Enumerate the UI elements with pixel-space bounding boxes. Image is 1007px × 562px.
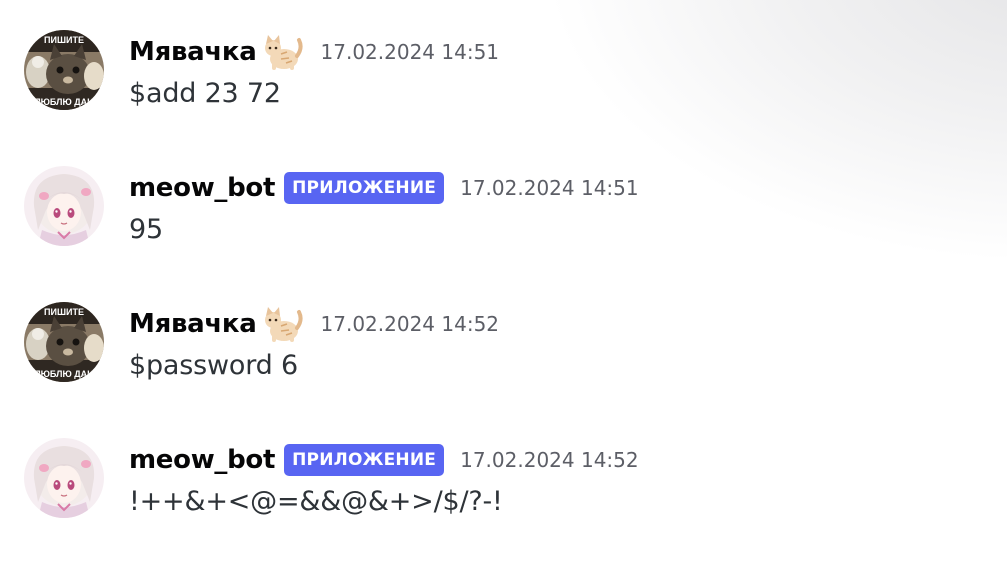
avatar-caption-bottom: ЛЮБЛЮ ДАН	[34, 369, 93, 379]
message-header: Мявачка 17.02.2024 14:51	[129, 32, 499, 72]
message-header: Мявачка 17.02.2024 14:52	[129, 304, 499, 344]
username[interactable]: Мявачка	[129, 37, 257, 67]
bot-avatar[interactable]	[24, 438, 104, 518]
avatar-caption-top: ПИШИТЕ	[44, 307, 84, 317]
bot-avatar[interactable]	[24, 166, 104, 246]
cat-emoji-icon	[261, 32, 305, 72]
message-text: $password 6	[129, 350, 298, 381]
timestamp: 17.02.2024 14:52	[320, 312, 500, 336]
avatar-caption-bottom: ЛЮБЛЮ ДАН	[34, 97, 93, 107]
app-badge: ПРИЛОЖЕНИЕ	[284, 444, 445, 476]
message-item: ПИШИТЕ ЛЮБЛЮ ДАН Мявачка 17.02.2024 14:5…	[0, 30, 1007, 130]
message-text: !++&+<@=&&@&+>/$/?-!	[129, 486, 503, 517]
timestamp: 17.02.2024 14:51	[460, 176, 639, 200]
avatar-caption-top: ПИШИТЕ	[44, 35, 84, 45]
cat-emoji-icon	[261, 304, 305, 344]
message-header: meow_bot ПРИЛОЖЕНИЕ 17.02.2024 14:51	[129, 168, 639, 208]
message-text: 95	[129, 214, 163, 245]
username[interactable]: meow_bot	[129, 173, 275, 203]
message-item: meow_bot ПРИЛОЖЕНИЕ 17.02.2024 14:52 !++…	[0, 438, 1007, 538]
message-text: $add 23 72	[129, 78, 281, 109]
app-badge: ПРИЛОЖЕНИЕ	[284, 172, 445, 204]
message-item: ПИШИТЕ ЛЮБЛЮ ДАН Мявачка 17.02.2024 14:5…	[0, 302, 1007, 402]
timestamp: 17.02.2024 14:51	[320, 40, 500, 64]
timestamp: 17.02.2024 14:52	[460, 448, 639, 472]
username[interactable]: meow_bot	[129, 445, 275, 475]
message-item: meow_bot ПРИЛОЖЕНИЕ 17.02.2024 14:51 95	[0, 166, 1007, 266]
username[interactable]: Мявачка	[129, 309, 257, 339]
user-avatar[interactable]: ПИШИТЕ ЛЮБЛЮ ДАН	[24, 30, 104, 110]
user-avatar[interactable]: ПИШИТЕ ЛЮБЛЮ ДАН	[24, 302, 104, 382]
message-header: meow_bot ПРИЛОЖЕНИЕ 17.02.2024 14:52	[129, 440, 639, 480]
